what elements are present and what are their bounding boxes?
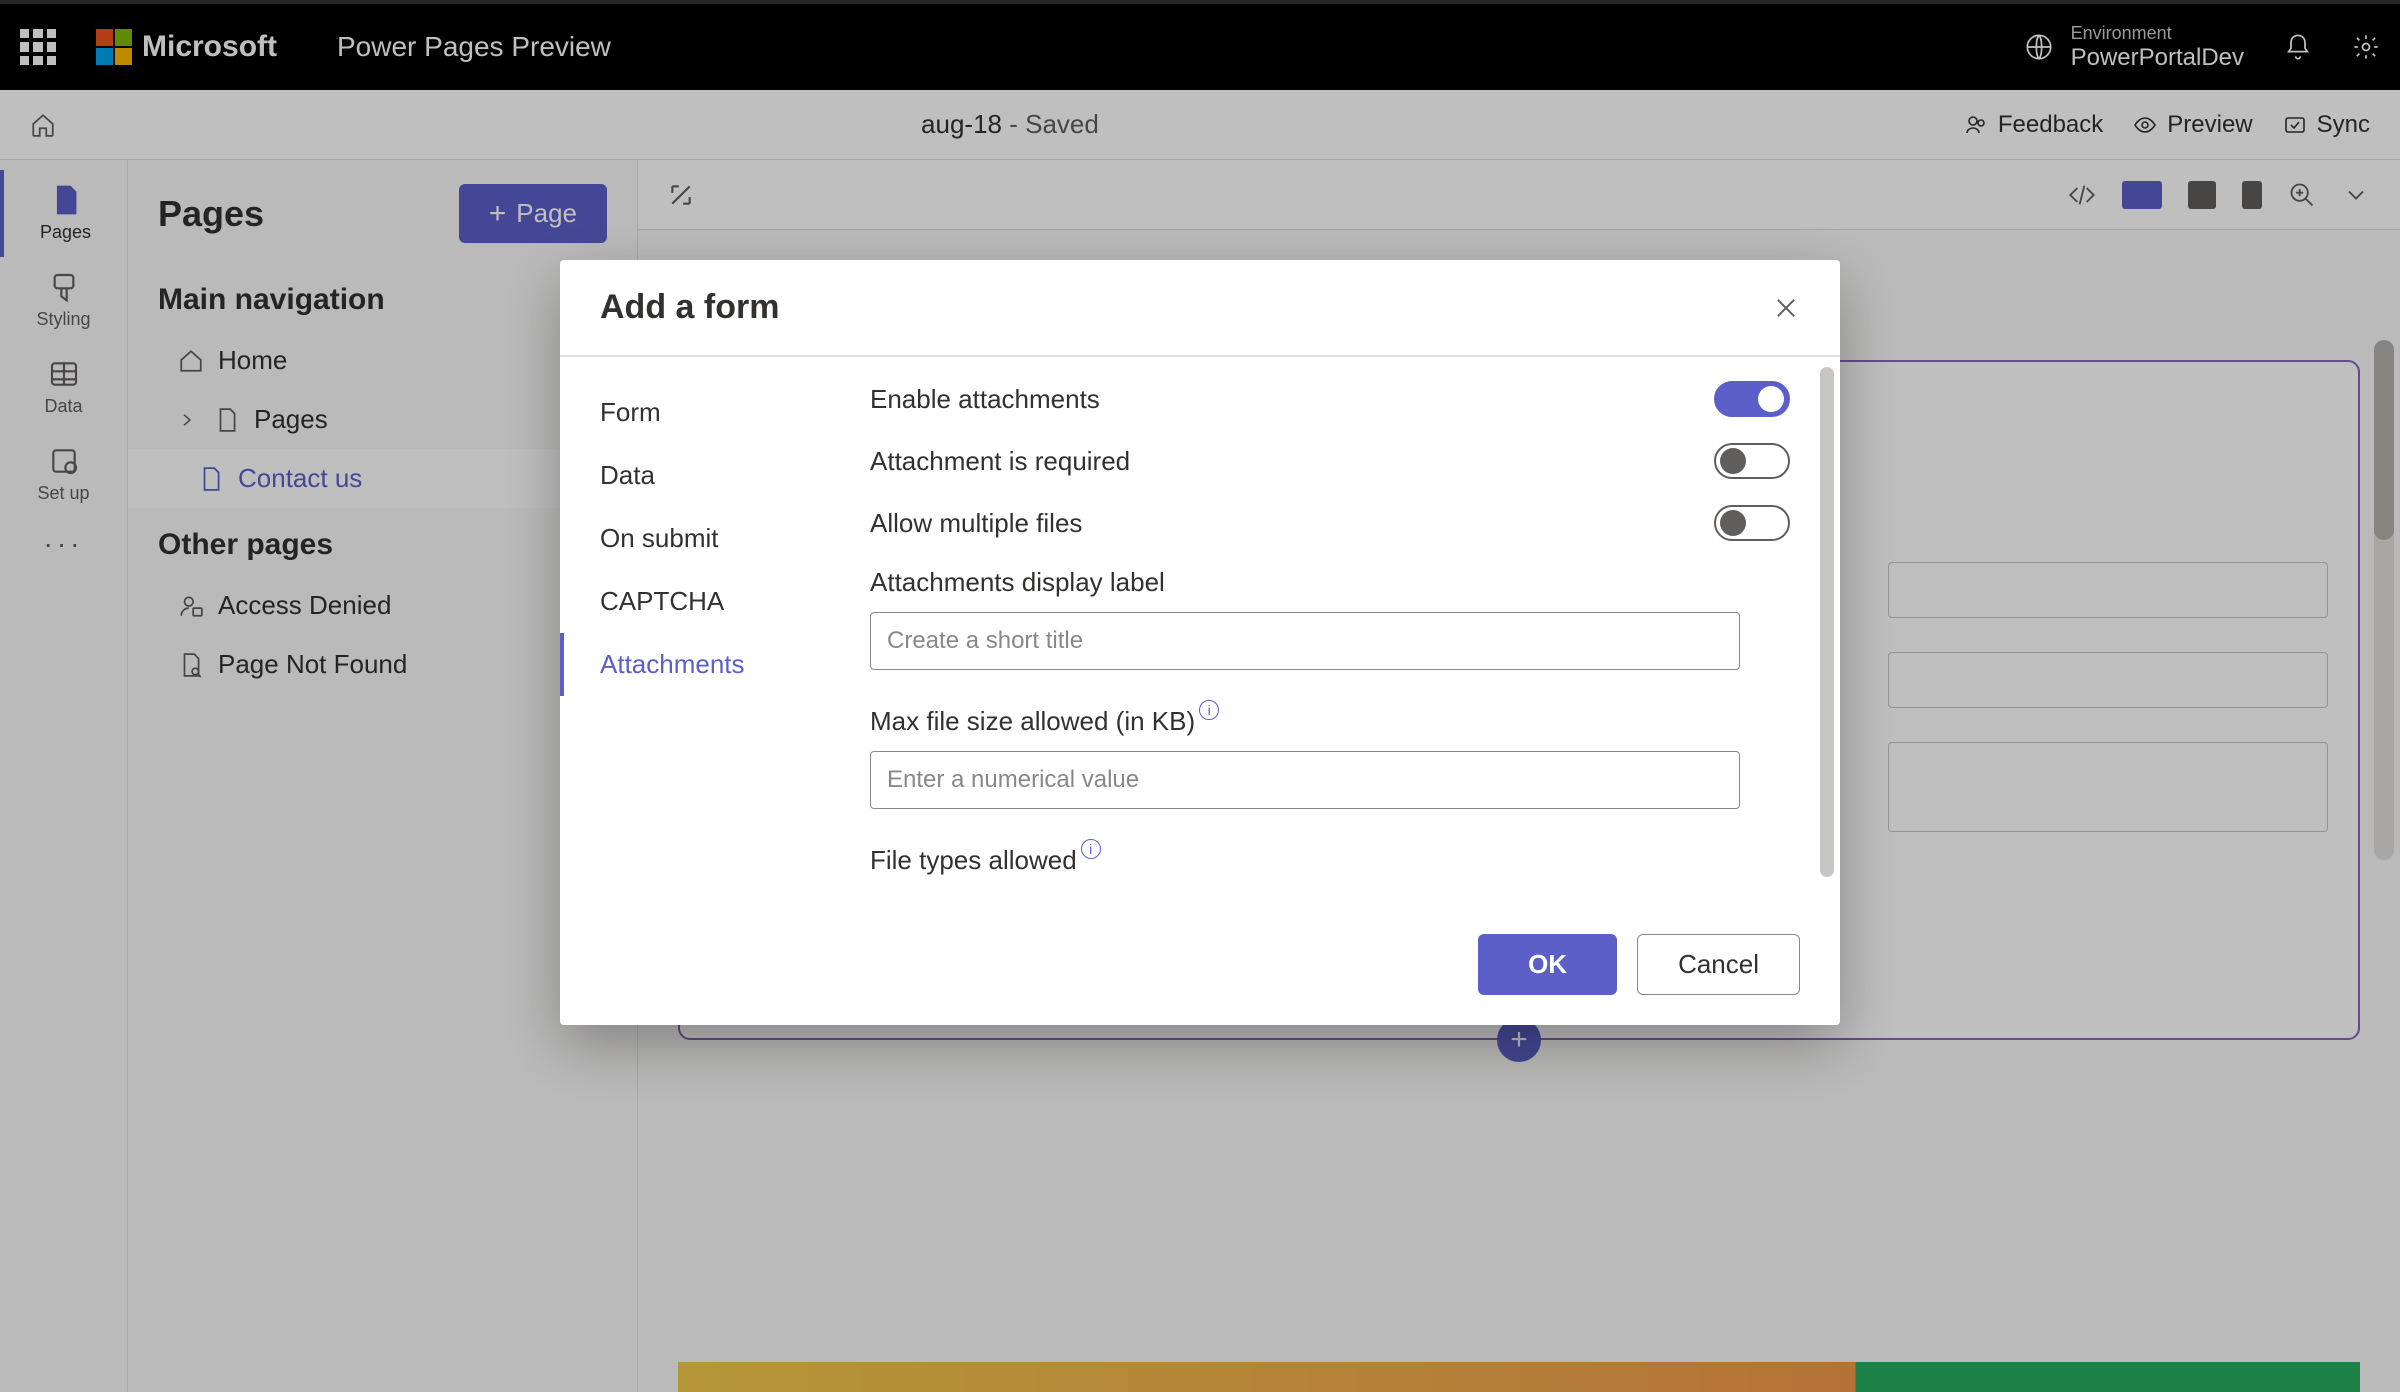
- tab-attachments[interactable]: Attachments: [560, 633, 860, 696]
- tab-data[interactable]: Data: [560, 444, 860, 507]
- info-icon[interactable]: i: [1081, 839, 1101, 859]
- dialog-tabs: Form Data On submit CAPTCHA Attachments: [560, 357, 860, 914]
- cancel-button[interactable]: Cancel: [1637, 934, 1800, 995]
- close-icon[interactable]: [1772, 294, 1800, 322]
- dialog-scrollbar[interactable]: [1820, 367, 1834, 897]
- max-size-input[interactable]: [870, 751, 1740, 809]
- add-form-dialog: Add a form Form Data On submit CAPTCHA A…: [560, 260, 1840, 1025]
- file-types-label: File types allowed: [870, 845, 1077, 876]
- enable-attachments-toggle[interactable]: [1714, 381, 1790, 417]
- ok-button[interactable]: OK: [1478, 934, 1617, 995]
- modal-overlay: Add a form Form Data On submit CAPTCHA A…: [0, 0, 2400, 1392]
- info-icon[interactable]: i: [1199, 700, 1219, 720]
- attachment-required-label: Attachment is required: [870, 446, 1130, 477]
- dialog-title: Add a form: [600, 288, 779, 327]
- attachment-required-toggle[interactable]: [1714, 443, 1790, 479]
- allow-multiple-label: Allow multiple files: [870, 508, 1082, 539]
- tab-onsubmit[interactable]: On submit: [560, 507, 860, 570]
- tab-form[interactable]: Form: [560, 381, 860, 444]
- display-label-label: Attachments display label: [870, 567, 1790, 598]
- tab-captcha[interactable]: CAPTCHA: [560, 570, 860, 633]
- enable-attachments-label: Enable attachments: [870, 384, 1100, 415]
- display-label-input[interactable]: [870, 612, 1740, 670]
- max-size-label: Max file size allowed (in KB): [870, 706, 1195, 737]
- allow-multiple-toggle[interactable]: [1714, 505, 1790, 541]
